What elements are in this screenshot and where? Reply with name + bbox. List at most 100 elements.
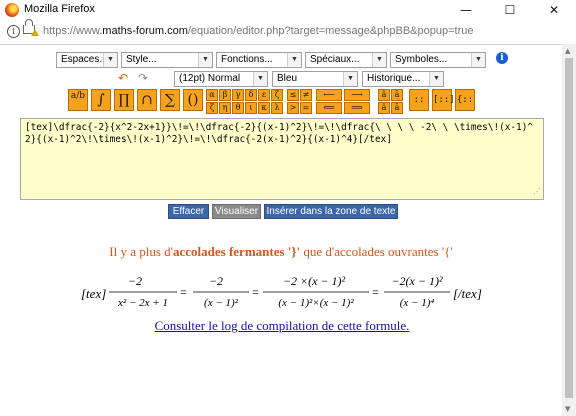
- greek-iota-button[interactable]: ι: [245, 102, 257, 114]
- chevron-down-icon: ▼: [372, 53, 386, 67]
- product-button[interactable]: ∏: [114, 89, 134, 111]
- chevron-down-icon: ▼: [471, 53, 485, 67]
- help-info-icon[interactable]: i: [496, 52, 508, 64]
- url-prefix: https://www.: [43, 25, 103, 37]
- select-espaces-value: Espaces...: [61, 54, 108, 65]
- frac2-denominator: (x − 1)²: [204, 297, 239, 309]
- bracket-matrix-button[interactable]: [::]: [432, 89, 455, 111]
- window-titlebar: Mozilla Firefox — ☐ ✕: [0, 0, 576, 20]
- hat-accent-button[interactable]: â: [378, 89, 390, 101]
- greek-theta-button[interactable]: θ: [232, 102, 244, 114]
- select-fonctions[interactable]: Fonctions... ▼: [216, 52, 302, 68]
- intersection-icon: ∩: [141, 92, 153, 108]
- neq-button[interactable]: ≠: [300, 89, 312, 101]
- select-font-size[interactable]: (12pt) Normal ▼: [174, 71, 268, 87]
- greek-zeta-button[interactable]: ζ: [271, 89, 283, 101]
- address-bar[interactable]: i https://www.maths-forum.com/equation/e…: [0, 19, 576, 45]
- frac3-denominator: (x − 1)²×(x − 1)²: [278, 297, 354, 309]
- fraction-button[interactable]: a/b: [68, 89, 88, 111]
- maximize-button[interactable]: ☐: [488, 0, 532, 20]
- greek-lambda-button[interactable]: λ: [271, 102, 283, 114]
- insert-button[interactable]: Insérer dans la zone de texte: [264, 204, 398, 219]
- latex-editor-textarea[interactable]: [tex]\dfrac{-2}{x^2-2x+1}}\!=\!\dfrac{-2…: [20, 118, 544, 200]
- sum-button[interactable]: ∑: [160, 89, 180, 111]
- greek-eta-button[interactable]: η: [219, 102, 231, 114]
- intersection-button[interactable]: ∩: [137, 89, 157, 111]
- greek-kappa-button[interactable]: κ: [258, 102, 270, 114]
- resize-grip-icon[interactable]: ⋰: [533, 186, 541, 198]
- chevron-down-icon: ▼: [103, 53, 117, 67]
- brace-matrix-button[interactable]: {::: [455, 89, 475, 111]
- chevron-down-icon: ▼: [429, 72, 443, 86]
- parentheses-icon: (): [187, 92, 199, 108]
- warning-text-after: que d'accolades ouvrantes '{': [300, 244, 453, 259]
- bar-accent-button[interactable]: ā: [391, 89, 403, 101]
- minimize-button[interactable]: —: [444, 0, 488, 20]
- url-text[interactable]: https://www.maths-forum.com/equation/edi…: [43, 25, 473, 37]
- select-style-value: Style...: [126, 54, 157, 65]
- select-speciaux-value: Spéciaux...: [310, 54, 360, 65]
- close-button[interactable]: ✕: [532, 0, 576, 20]
- undo-icon[interactable]: ↶: [118, 72, 132, 84]
- select-espaces[interactable]: Espaces... ▼: [56, 52, 118, 68]
- window-title: Mozilla Firefox: [24, 3, 95, 15]
- left-double-arrow-button[interactable]: ⟸: [316, 102, 342, 114]
- fraction-icon: a/b: [70, 91, 86, 101]
- frac3-numerator: −2 ×(x − 1)²: [283, 274, 346, 288]
- greek-zeta-alt-button[interactable]: ζ: [206, 102, 218, 114]
- greek-epsilon-button[interactable]: ε: [258, 89, 270, 101]
- select-style[interactable]: Style... ▼: [121, 52, 213, 68]
- select-color-value: Bleu: [277, 73, 298, 84]
- compilation-log-link[interactable]: Consulter le log de compilation de cette…: [0, 318, 564, 334]
- matrix-button[interactable]: ::: [409, 89, 429, 111]
- formula-open-tag: [tex]: [81, 286, 106, 301]
- url-domain: maths-forum.com: [102, 25, 188, 37]
- product-icon: ∏: [118, 92, 130, 108]
- warning-icon: [31, 29, 39, 36]
- select-symboles-value: Symboles...: [395, 54, 448, 65]
- select-color[interactable]: Bleu ▼: [272, 71, 358, 87]
- vertical-scrollbar[interactable]: ▲ ▼: [562, 44, 576, 416]
- gt-button[interactable]: >: [287, 102, 299, 114]
- warning-text-bold: accolades fermantes '}': [172, 244, 301, 259]
- greek-alpha-button[interactable]: α: [206, 89, 218, 101]
- equals-3: =: [372, 285, 379, 299]
- preview-button[interactable]: Visualiser: [212, 204, 261, 219]
- chevron-down-icon: ▼: [343, 72, 357, 86]
- right-double-arrow-button[interactable]: ⟹: [344, 102, 370, 114]
- sum-icon: ∑: [165, 92, 175, 108]
- parentheses-button[interactable]: (): [183, 89, 203, 111]
- site-info-icon[interactable]: i: [7, 25, 20, 38]
- frac1-denominator: x² − 2x + 1: [117, 297, 168, 309]
- latex-editor-content: [tex]\dfrac{-2}{x^2-2x+1}}\!=\!\dfrac{-2…: [25, 122, 533, 145]
- select-font-size-value: (12pt) Normal: [179, 73, 241, 84]
- warning-text-before: Il y a plus d': [109, 244, 173, 259]
- select-symboles[interactable]: Symboles... ▼: [390, 52, 486, 68]
- select-fonctions-value: Fonctions...: [221, 54, 273, 65]
- scrollbar-thumb[interactable]: [565, 58, 573, 398]
- frac1-numerator: −2: [128, 274, 142, 288]
- select-speciaux[interactable]: Spéciaux... ▼: [305, 52, 387, 68]
- select-historique-value: Historique...: [367, 73, 421, 84]
- equals-1: =: [180, 285, 187, 299]
- integral-icon: ∫: [97, 92, 105, 108]
- eq-button[interactable]: =: [300, 102, 312, 114]
- scroll-up-icon[interactable]: ▲: [565, 47, 570, 55]
- brace-warning-message: Il y a plus d'accolades fermantes '}' qu…: [0, 244, 562, 260]
- chevron-down-icon: ▼: [287, 53, 301, 67]
- greek-beta-button[interactable]: β: [219, 89, 231, 101]
- chevron-down-icon: ▼: [198, 53, 212, 67]
- left-arrow-button[interactable]: ⟵: [316, 89, 342, 101]
- scroll-down-icon[interactable]: ▼: [565, 405, 570, 413]
- right-arrow-button[interactable]: ⟶: [344, 89, 370, 101]
- select-historique[interactable]: Historique... ▼: [362, 71, 444, 87]
- clear-button[interactable]: Effacer: [168, 204, 209, 219]
- redo-icon[interactable]: ↷: [138, 72, 152, 84]
- greek-gamma-button[interactable]: γ: [232, 89, 244, 101]
- integral-button[interactable]: ∫: [91, 89, 111, 111]
- dot-accent-button[interactable]: ä: [378, 102, 390, 114]
- leq-button[interactable]: ≤: [287, 89, 299, 101]
- firefox-logo-icon: [5, 3, 19, 17]
- greek-delta-button[interactable]: δ: [245, 89, 257, 101]
- vec-accent-button[interactable]: ā: [391, 102, 403, 114]
